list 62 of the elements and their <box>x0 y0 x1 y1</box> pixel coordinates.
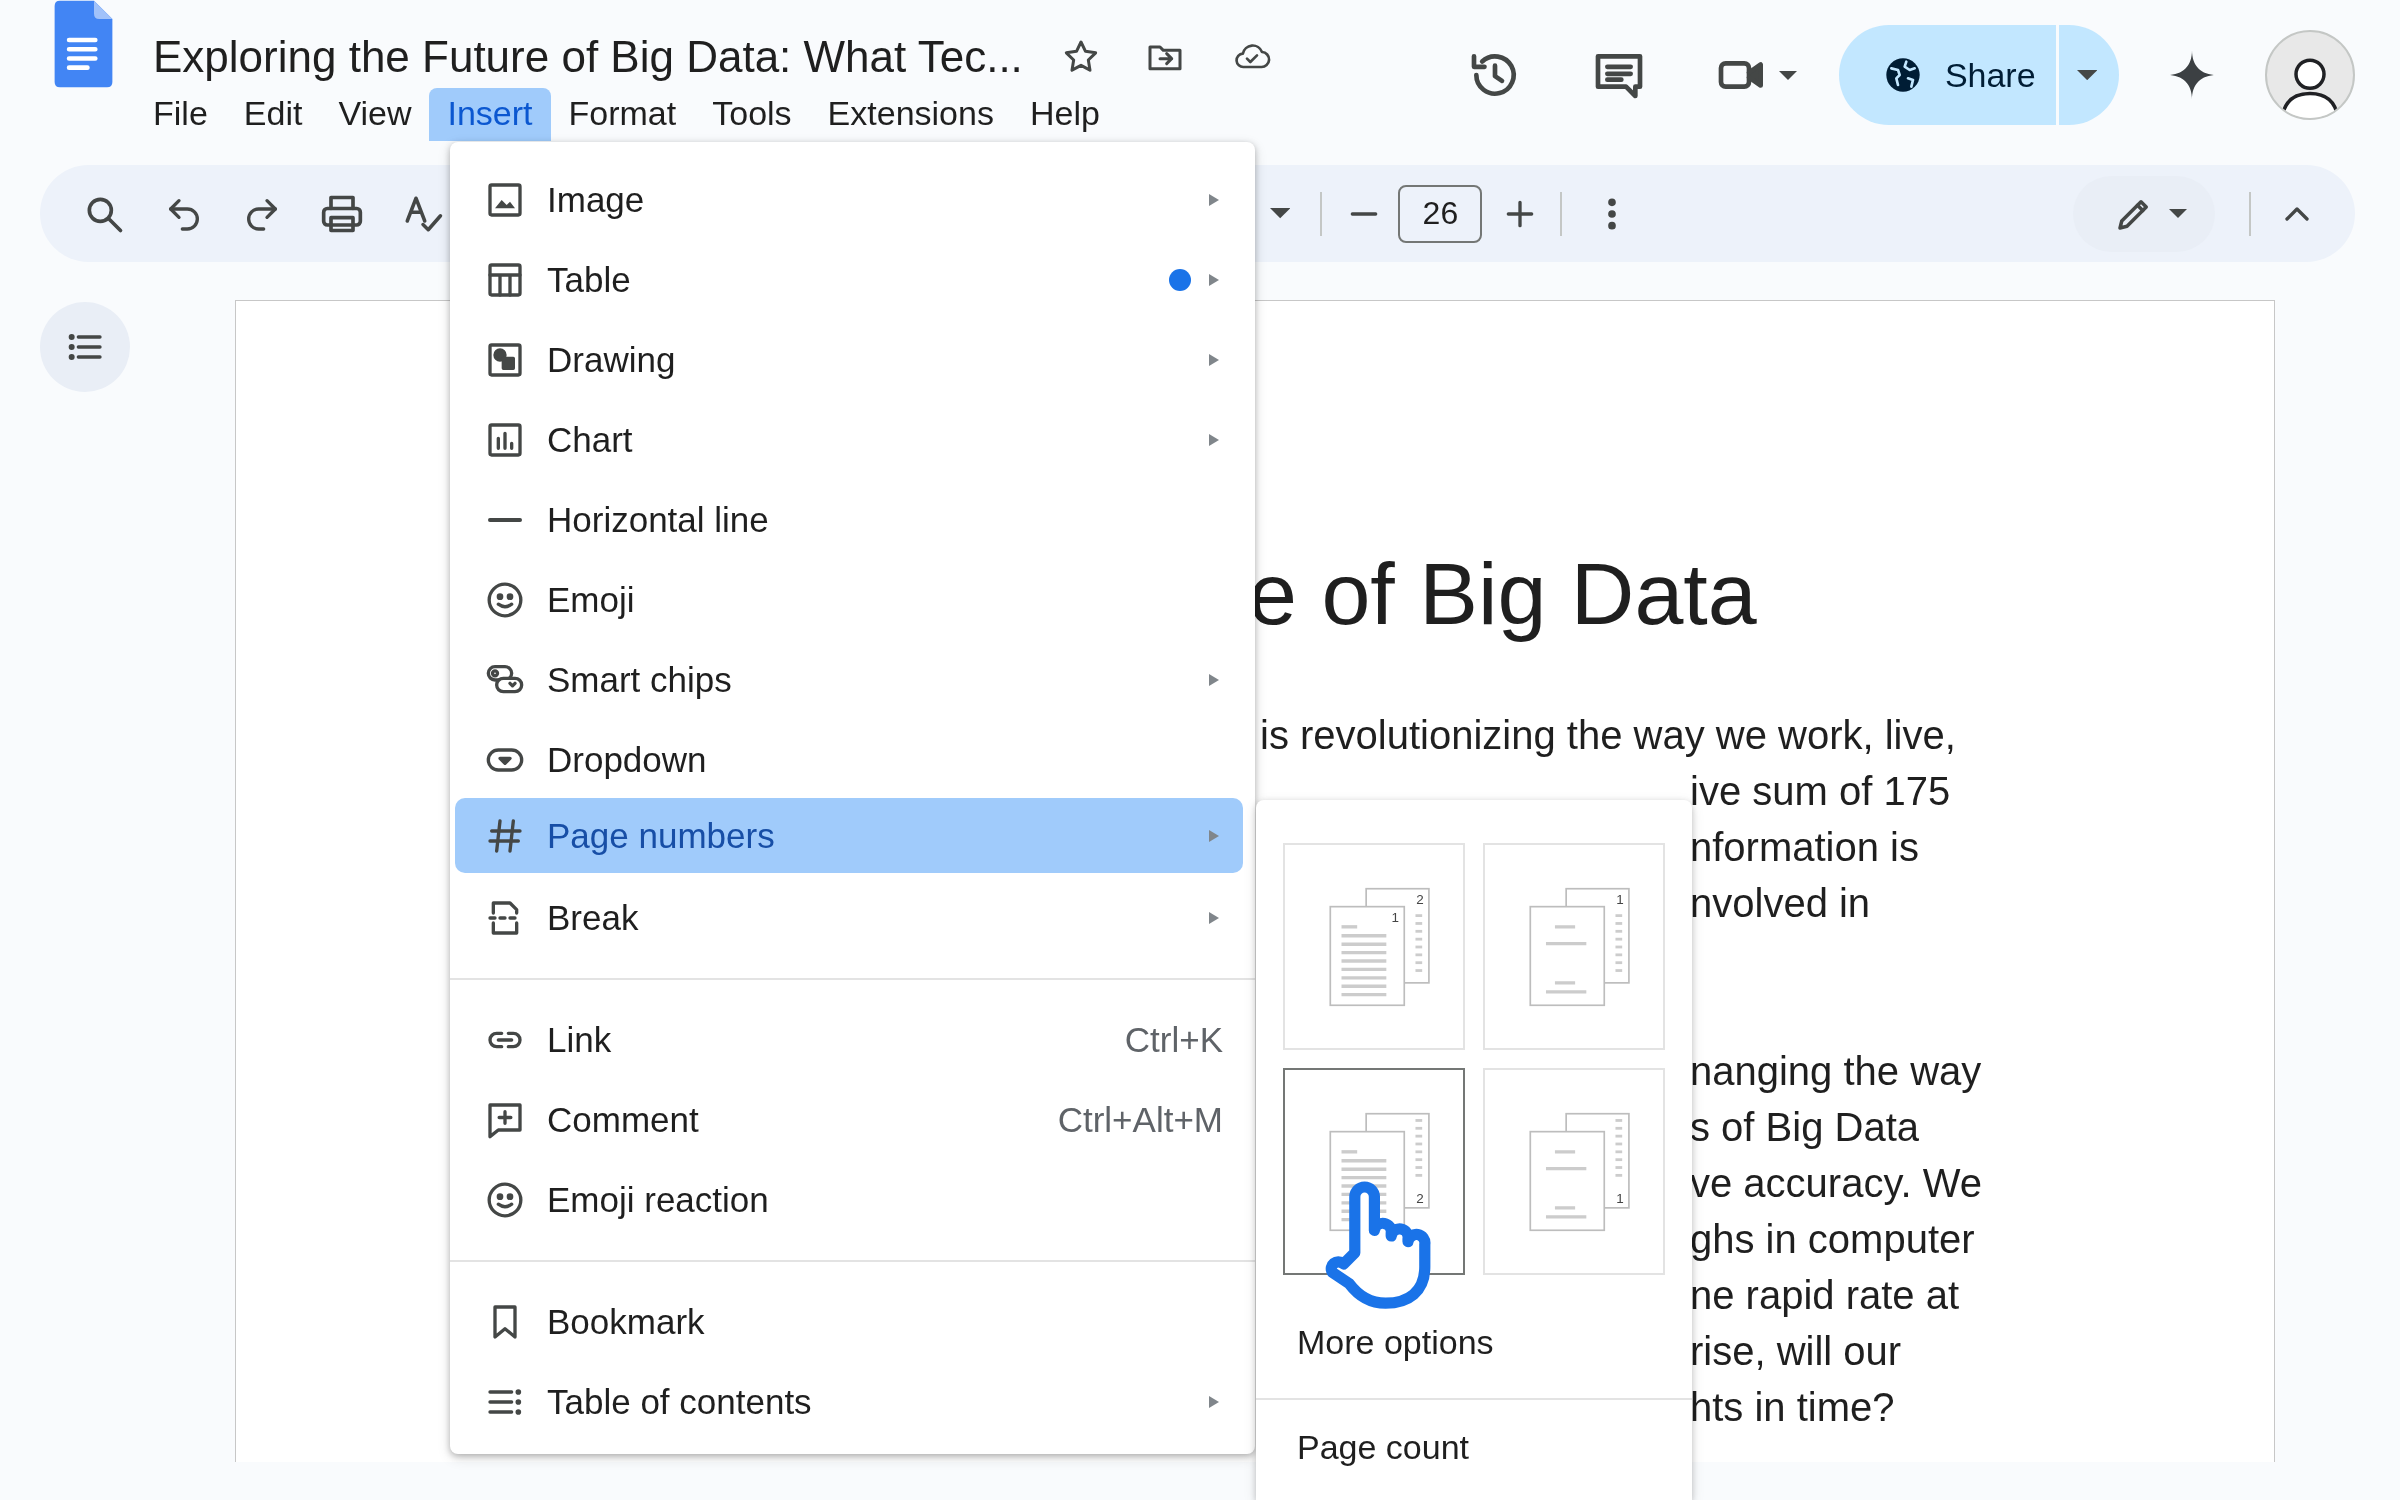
drawing-icon <box>485 340 525 380</box>
menu-bar-item[interactable]: Format <box>550 88 695 141</box>
menu-bar-item[interactable]: Edit <box>225 88 321 141</box>
page-number-option[interactable]: 1 <box>1483 843 1665 1050</box>
caret-icon <box>1270 208 1291 219</box>
paragraph-line: ve accuracy. We <box>1690 1159 1982 1207</box>
page-number-label: 2 <box>1416 891 1424 907</box>
caret-icon <box>1778 70 1797 80</box>
share-button[interactable]: Share <box>1838 25 2119 125</box>
menu-bar-item[interactable]: Extensions <box>809 88 1012 141</box>
paragraph-line: hts in time? <box>1690 1383 1895 1431</box>
menu-item[interactable]: Emoji reaction <box>455 1160 1243 1240</box>
page-number-option[interactable]: 2 1 <box>1283 843 1465 1050</box>
page-number-label: 1 <box>1391 909 1400 925</box>
menu-item[interactable]: Horizontal line <box>455 480 1243 560</box>
menu-item[interactable]: Image <box>455 160 1243 240</box>
paragraph-line: nanging the way <box>1690 1047 1982 1095</box>
font-size-field[interactable]: 26 <box>1398 184 1483 243</box>
menu-item[interactable]: Page numbers <box>455 798 1243 873</box>
menu-item[interactable]: Chart <box>455 400 1243 480</box>
paragraph-line: ghs in computer <box>1690 1215 1975 1263</box>
menu-bar-item[interactable]: View <box>320 88 430 141</box>
menu-item[interactable]: Link Ctrl+K <box>455 1000 1243 1080</box>
page-number-label: 1 <box>1616 1190 1624 1206</box>
paragraph-line: ive sum of 175 <box>1690 767 1951 815</box>
menu-bar-item[interactable]: File <box>135 88 226 141</box>
horizontal-line-icon <box>488 518 522 522</box>
menu-item[interactable]: Drawing <box>455 320 1243 400</box>
menu-item[interactable]: More options <box>1297 1323 1494 1362</box>
paragraph-line: ne rapid rate at <box>1690 1271 1960 1319</box>
table-icon <box>485 260 525 300</box>
page-number-option[interactable]: 1 <box>1483 1068 1665 1275</box>
menu-bar-item[interactable]: Help <box>1011 88 1118 141</box>
paragraph-line: s of Big Data <box>1690 1103 1919 1151</box>
page-number-label: 2 <box>1416 1190 1424 1206</box>
keyboard-shortcut: Ctrl+K <box>1124 1020 1223 1060</box>
paragraph-line: is revolutionizing the way we work, live, <box>1260 711 1956 759</box>
caret-icon <box>2076 69 2097 81</box>
menu-bar-item[interactable]: Tools <box>694 88 810 141</box>
add-comment-icon <box>485 1100 525 1140</box>
page-number-label: 1 <box>1616 891 1624 907</box>
document-title[interactable]: Exploring the Future of Big Data: What Tec... <box>153 32 1023 82</box>
menu-bar-item[interactable]: Insert <box>429 88 551 141</box>
menu-item[interactable]: Emoji <box>455 560 1243 640</box>
menu-item[interactable]: Table <box>455 240 1243 320</box>
smiley-icon <box>485 580 525 620</box>
docs-logo-icon <box>52 0 115 88</box>
menu-item[interactable]: Table of contents <box>455 1362 1243 1442</box>
paragraph-line: nvolved in <box>1690 879 1871 927</box>
caret-icon <box>2169 209 2187 218</box>
menu-item[interactable]: Comment Ctrl+Alt+M <box>455 1080 1243 1160</box>
image-icon <box>485 180 525 220</box>
menu-item[interactable]: Dropdown <box>455 720 1243 800</box>
menu-item[interactable]: Bookmark <box>455 1282 1243 1362</box>
bar-chart-icon <box>485 420 525 460</box>
paragraph-line: rise, will our <box>1690 1327 1902 1375</box>
keyboard-shortcut: Ctrl+Alt+M <box>1057 1100 1223 1140</box>
paragraph-line: nformation is <box>1690 823 1919 871</box>
smiley-icon <box>485 1180 525 1220</box>
menu-item[interactable]: Break <box>455 878 1243 958</box>
menu-item[interactable]: Smart chips <box>455 640 1243 720</box>
menu-item[interactable]: Page count <box>1297 1428 1470 1467</box>
